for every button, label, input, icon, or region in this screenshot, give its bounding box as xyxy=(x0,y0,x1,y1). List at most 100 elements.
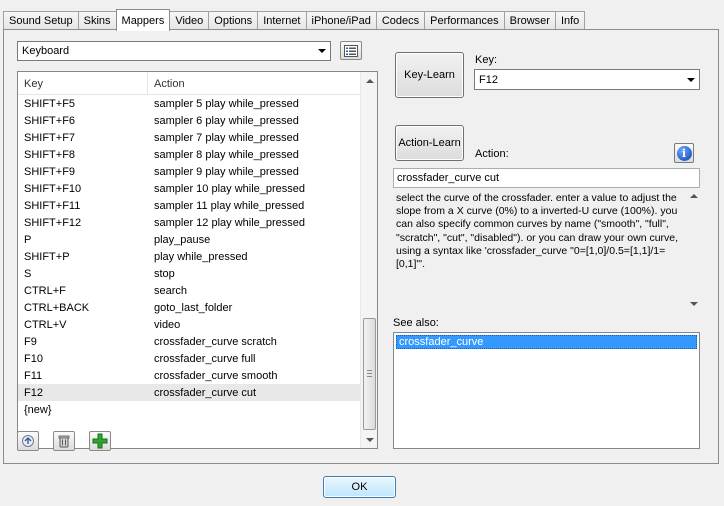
table-row[interactable]: SHIFT+F8 sampler 8 play while_pressed xyxy=(18,146,360,163)
tab-bar: Sound Setup Skins Mappers Video Options Inter… xyxy=(3,9,586,31)
table-row[interactable]: SHIFT+F11 sampler 11 play while_pressed xyxy=(18,197,360,214)
action-description: select the curve of the crossfader. ente… xyxy=(393,190,700,310)
row-action: sampler 10 play while_pressed xyxy=(154,182,306,195)
mapper-type-select[interactable]: Keyboard xyxy=(17,41,331,61)
table-row[interactable]: F12 crossfader_curve cut xyxy=(18,384,360,401)
row-key: SHIFT+F12 xyxy=(24,216,82,229)
row-action: sampler 5 play while_pressed xyxy=(154,97,299,110)
table-row[interactable]: F11 crossfader_curve smooth xyxy=(18,367,360,384)
tab-skins[interactable]: Skins xyxy=(77,11,117,30)
row-action: crossfader_curve scratch xyxy=(154,335,277,348)
description-scrollbar[interactable] xyxy=(688,190,700,310)
load-button[interactable] xyxy=(17,431,39,451)
row-key: F11 xyxy=(24,369,43,382)
row-key: SHIFT+F6 xyxy=(24,114,76,127)
row-key: F12 xyxy=(24,386,43,399)
see-also-label: See also: xyxy=(393,317,439,329)
tab-iphone-ipad[interactable]: iPhone/iPad xyxy=(305,11,377,30)
table-row[interactable]: CTRL+V video xyxy=(18,316,360,333)
list-header: Key Action xyxy=(18,72,360,95)
row-key: F9 xyxy=(24,335,37,348)
action-label: Action: xyxy=(475,148,509,160)
key-value: F12 xyxy=(479,73,498,86)
ok-button[interactable]: OK xyxy=(323,476,396,498)
grip-line xyxy=(367,373,372,374)
row-key: F10 xyxy=(24,352,43,365)
row-key: SHIFT+F5 xyxy=(24,97,76,110)
action-value: crossfader_curve cut xyxy=(397,172,500,184)
row-key: S xyxy=(24,267,32,280)
tab-info[interactable]: Info xyxy=(554,11,586,30)
table-row[interactable]: SHIFT+F9 sampler 9 play while_pressed xyxy=(18,163,360,180)
chevron-down-icon xyxy=(687,77,695,82)
row-key: SHIFT+F8 xyxy=(24,148,76,161)
scroll-down-button[interactable] xyxy=(361,431,378,448)
key-label: Key: xyxy=(475,54,498,66)
add-icon xyxy=(92,433,108,449)
grip-line xyxy=(367,376,372,377)
table-row[interactable]: SHIFT+F6 sampler 6 play while_pressed xyxy=(18,112,360,129)
tab-codecs[interactable]: Codecs xyxy=(375,11,426,30)
table-row[interactable]: SHIFT+F12 sampler 12 play while_pressed xyxy=(18,214,360,231)
table-row[interactable]: F9 crossfader_curve scratch xyxy=(18,333,360,350)
see-also-item[interactable]: crossfader_curve xyxy=(396,335,697,349)
arrow-down-icon xyxy=(365,437,374,442)
chevron-down-icon xyxy=(318,49,326,53)
row-key: CTRL+V xyxy=(24,318,67,331)
row-key: CTRL+F xyxy=(24,284,66,297)
table-row[interactable]: F10 crossfader_curve full xyxy=(18,350,360,367)
table-row[interactable]: Sstop xyxy=(18,265,360,282)
delete-button[interactable] xyxy=(53,431,75,451)
list-view-button[interactable] xyxy=(340,41,362,60)
table-row[interactable]: SHIFT+F7 sampler 7 play while_pressed xyxy=(18,129,360,146)
tab-browser[interactable]: Browser xyxy=(503,11,556,30)
row-key: {new} xyxy=(24,403,52,416)
row-action: sampler 8 play while_pressed xyxy=(154,148,299,161)
row-action: sampler 12 play while_pressed xyxy=(154,216,306,229)
row-action: sampler 7 play while_pressed xyxy=(154,131,299,144)
table-row[interactable]: CTRL+F search xyxy=(18,282,360,299)
row-key: SHIFT+F10 xyxy=(24,182,82,195)
scroll-thumb[interactable] xyxy=(363,318,376,430)
tab-options[interactable]: Options xyxy=(208,11,259,30)
tab-mappers[interactable]: Mappers xyxy=(115,9,171,31)
mapping-list[interactable]: Key Action SHIFT+F5 sampler 5 play while_… xyxy=(17,71,378,449)
info-button[interactable]: i xyxy=(674,143,694,163)
row-action: video xyxy=(154,318,181,331)
table-row[interactable]: SHIFT+F10 sampler 10 play while_pressed xyxy=(18,180,360,197)
row-key: SHIFT+F11 xyxy=(24,199,81,212)
tab-internet[interactable]: Internet xyxy=(257,11,307,30)
table-row[interactable]: {new} xyxy=(18,401,360,418)
row-key: CTRL+BACK xyxy=(24,301,90,314)
see-also-list[interactable]: crossfader_curve xyxy=(393,332,700,449)
arrow-down-icon[interactable] xyxy=(690,302,698,306)
key-select[interactable]: F12 xyxy=(474,69,700,90)
action-learn-button[interactable]: Action-Learn xyxy=(395,125,464,161)
open-icon xyxy=(22,435,34,447)
table-row[interactable]: SHIFT+F5 sampler 5 play while_pressed xyxy=(18,95,360,112)
row-key: SHIFT+F9 xyxy=(24,165,76,178)
row-action: play while_pressed xyxy=(154,250,248,263)
row-action: crossfader_curve cut xyxy=(154,386,257,399)
mappers-panel: Keyboard Key Action SHIFT+F5 sampler 5 pl… xyxy=(3,29,719,464)
list-view-icon xyxy=(344,44,358,57)
tab-performances[interactable]: Performances xyxy=(424,11,505,30)
column-header-action[interactable]: Action xyxy=(148,72,360,95)
table-row[interactable]: CTRL+BACK goto_last_folder xyxy=(18,299,360,316)
delete-icon xyxy=(58,435,70,448)
column-header-key[interactable]: Key xyxy=(18,72,148,95)
add-button[interactable] xyxy=(89,431,111,451)
scroll-up-button[interactable] xyxy=(361,72,378,89)
action-learn-label: Action-Learn xyxy=(398,137,461,149)
arrow-up-icon[interactable] xyxy=(690,194,698,198)
list-scrollbar[interactable] xyxy=(360,72,377,448)
row-key: SHIFT+F7 xyxy=(24,131,76,144)
key-learn-button[interactable]: Key-Learn xyxy=(395,52,464,98)
tab-video[interactable]: Video xyxy=(169,11,210,30)
row-action: sampler 6 play while_pressed xyxy=(154,114,299,127)
table-row[interactable]: Pplay_pause xyxy=(18,231,360,248)
row-key: P xyxy=(24,233,32,246)
table-row[interactable]: SHIFT+P play while_pressed xyxy=(18,248,360,265)
tab-sound-setup[interactable]: Sound Setup xyxy=(3,11,79,30)
action-field[interactable]: crossfader_curve cut xyxy=(393,168,700,188)
